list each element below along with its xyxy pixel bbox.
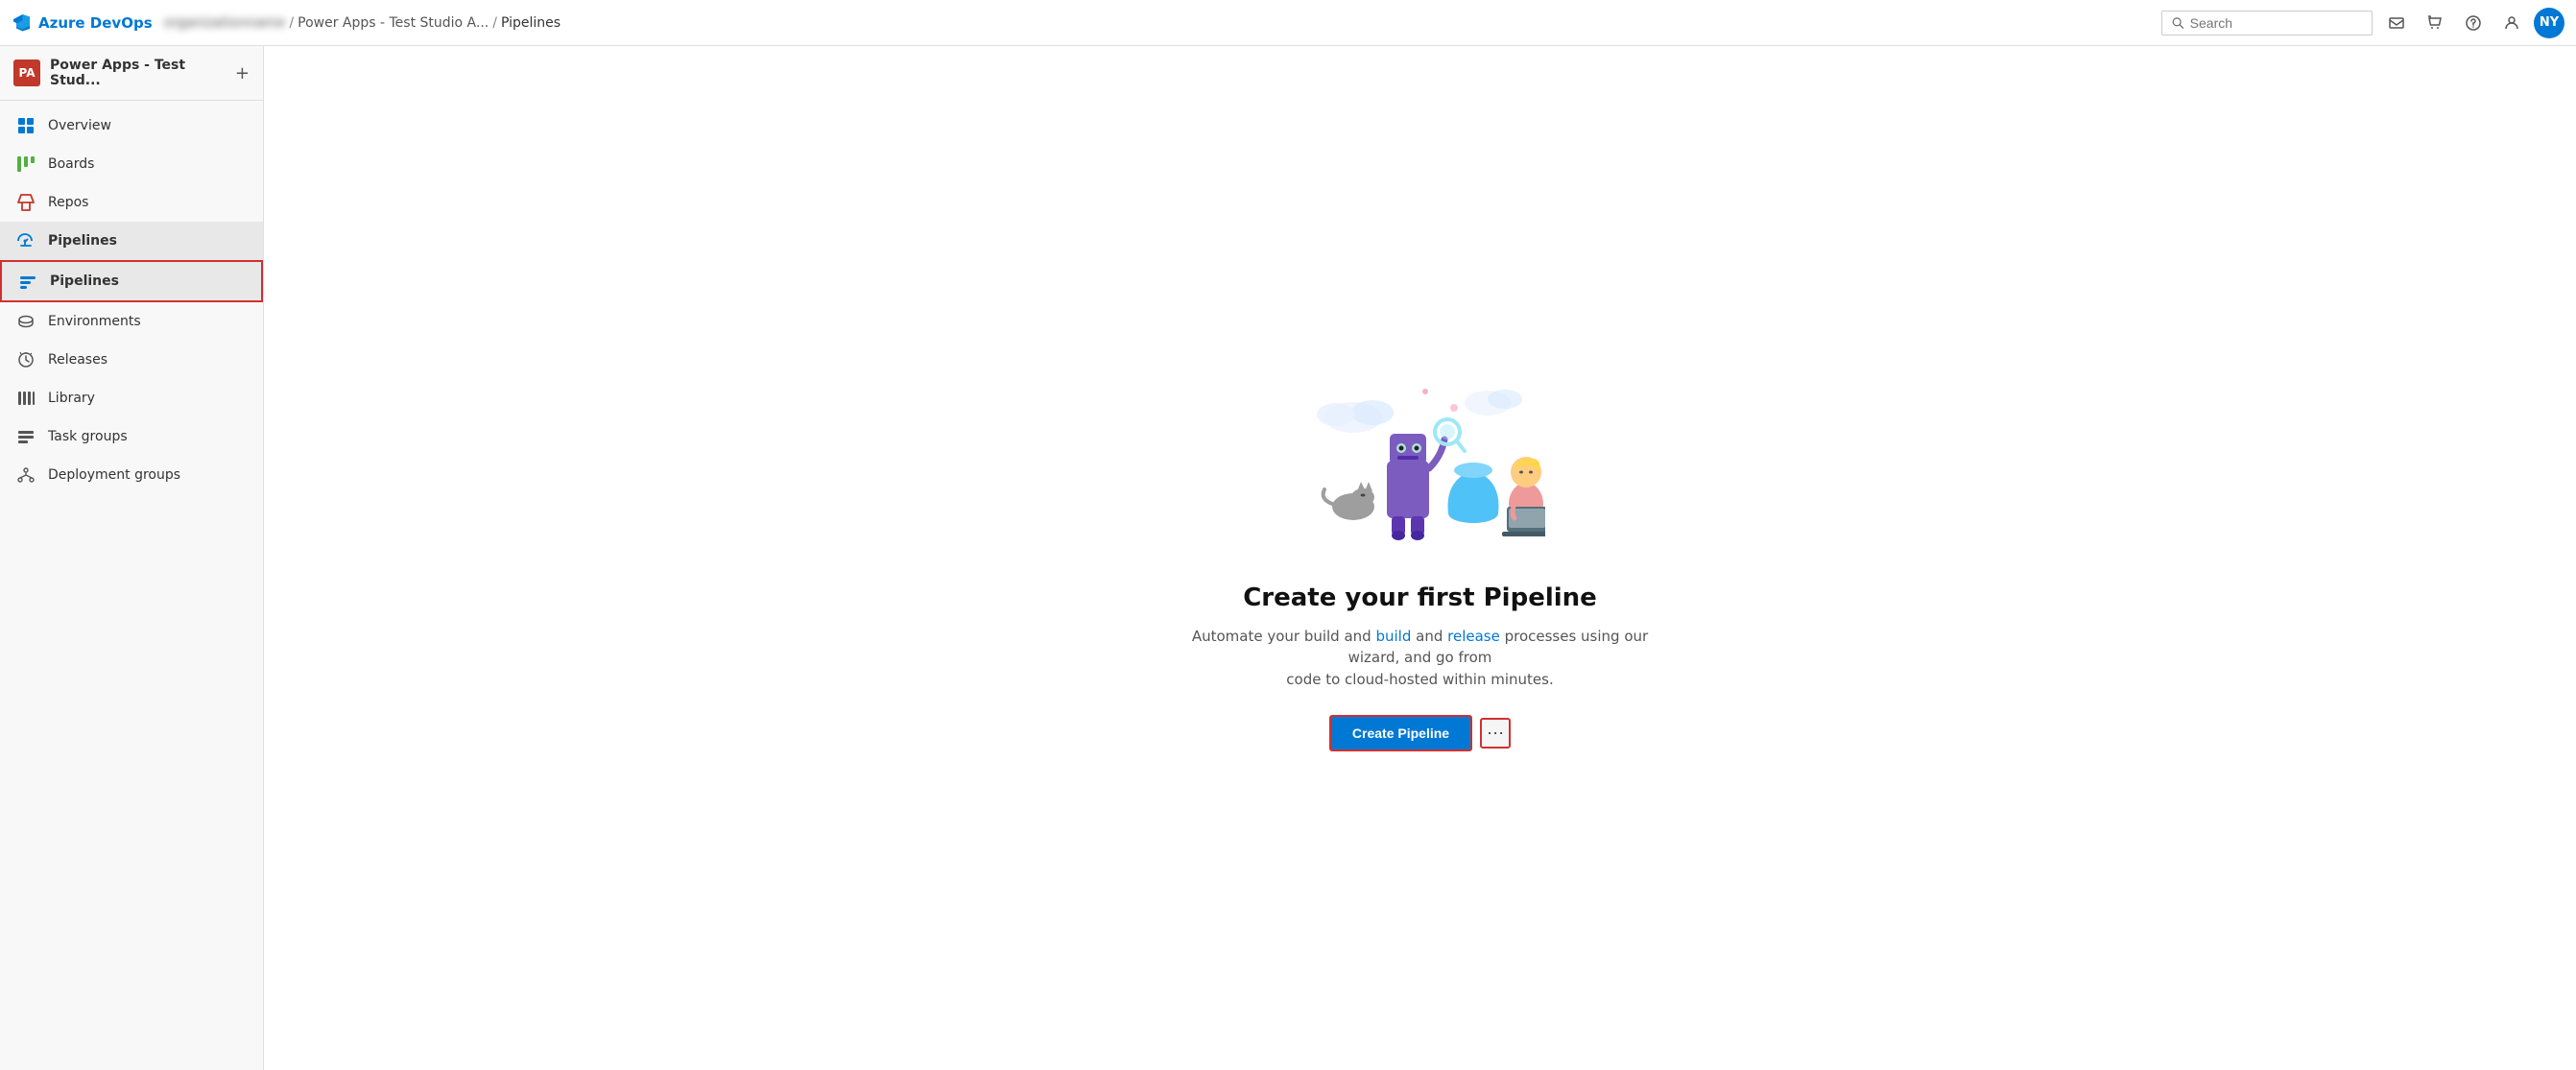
welcome-title: Create your first Pipeline (1243, 583, 1597, 612)
search-input[interactable] (2190, 15, 2362, 31)
sidebar-item-boards[interactable]: Boards (0, 145, 263, 183)
welcome-panel: Create your first Pipeline Automate your… (1171, 326, 1670, 791)
sidebar-item-deployment-groups[interactable]: Deployment groups (0, 456, 263, 494)
sidebar-item-environments[interactable]: Environments (0, 302, 263, 341)
welcome-description: Automate your build and build and releas… (1190, 626, 1651, 691)
project-avatar: PA (13, 59, 40, 86)
sidebar-item-releases-label: Releases (48, 352, 107, 368)
breadcrumb-current: Pipelines (501, 15, 561, 31)
sidebar: PA Power Apps - Test Stud... + Overview (0, 46, 264, 1070)
more-options-button[interactable]: ⋯ (1480, 718, 1511, 749)
notifications-icon-btn[interactable] (2380, 7, 2413, 39)
breadcrumb-project[interactable]: Power Apps - Test Studio A... (298, 15, 489, 31)
create-pipeline-button[interactable]: Create Pipeline (1329, 715, 1472, 751)
sidebar-item-deployment-groups-label: Deployment groups (48, 467, 180, 483)
app-name-label: Azure DevOps (38, 14, 153, 32)
action-buttons: Create Pipeline ⋯ (1329, 715, 1511, 751)
task-groups-icon (15, 426, 36, 447)
sidebar-nav: Overview Boards (0, 101, 263, 500)
basket-icon-btn[interactable] (2419, 7, 2451, 39)
app-body: PA Power Apps - Test Stud... + Overview (0, 46, 2576, 1070)
sidebar-item-library-label: Library (48, 391, 95, 406)
breadcrumb-org[interactable]: organizationname (164, 15, 286, 31)
sidebar-item-task-groups[interactable]: Task groups (0, 417, 263, 456)
help-icon (2466, 15, 2481, 31)
releases-icon (15, 349, 36, 370)
sidebar-item-pipelines[interactable]: Pipelines (0, 260, 263, 302)
sidebar-item-pipelines-label: Pipelines (50, 273, 119, 289)
pipelines-header-icon (15, 230, 36, 251)
app-logo[interactable]: Azure DevOps (12, 12, 153, 34)
sidebar-item-repos[interactable]: Repos (0, 183, 263, 222)
top-bar: Azure DevOps organizationname / Power Ap… (0, 0, 2576, 46)
breadcrumb-sep-1: / (289, 15, 294, 31)
build-link[interactable]: build (1375, 628, 1411, 645)
sidebar-project[interactable]: PA Power Apps - Test Stud... + (0, 46, 263, 101)
sidebar-item-repos-label: Repos (48, 195, 88, 210)
deployment-groups-icon (15, 464, 36, 486)
main-content: Create your first Pipeline Automate your… (264, 46, 2576, 1070)
azure-devops-logo-icon (12, 12, 33, 34)
sidebar-item-task-groups-label: Task groups (48, 429, 128, 444)
notifications-icon (2389, 15, 2404, 31)
basket-icon (2427, 15, 2443, 31)
release-link[interactable]: release (1447, 628, 1500, 645)
environments-icon (15, 311, 36, 332)
help-icon-btn[interactable] (2457, 7, 2490, 39)
user-settings-icon-btn[interactable] (2495, 7, 2528, 39)
pipeline-illustration (1296, 365, 1545, 560)
sidebar-item-releases[interactable]: Releases (0, 341, 263, 379)
add-project-btn[interactable]: + (235, 63, 250, 83)
sidebar-item-pipelines-header[interactable]: Pipelines (0, 222, 263, 260)
sidebar-item-pipelines-header-label: Pipelines (48, 233, 117, 249)
sidebar-item-library[interactable]: Library (0, 379, 263, 417)
user-icon (2504, 15, 2519, 31)
sidebar-item-environments-label: Environments (48, 314, 141, 329)
sidebar-item-overview[interactable]: Overview (0, 107, 263, 145)
breadcrumb-sep-2: / (492, 15, 497, 31)
pipelines-sub-icon (17, 271, 38, 292)
library-icon (15, 388, 36, 409)
pipeline-illustration-svg (1296, 365, 1545, 557)
top-bar-icons: NY (2380, 7, 2564, 39)
breadcrumb: organizationname / Power Apps - Test Stu… (164, 15, 2154, 31)
user-avatar[interactable]: NY (2534, 8, 2564, 38)
sidebar-item-overview-label: Overview (48, 118, 111, 133)
boards-icon (15, 154, 36, 175)
project-name-label: Power Apps - Test Stud... (50, 58, 226, 88)
search-box[interactable] (2161, 11, 2373, 36)
overview-icon (15, 115, 36, 136)
repos-icon (15, 192, 36, 213)
sidebar-item-boards-label: Boards (48, 156, 94, 172)
search-icon (2172, 16, 2184, 30)
